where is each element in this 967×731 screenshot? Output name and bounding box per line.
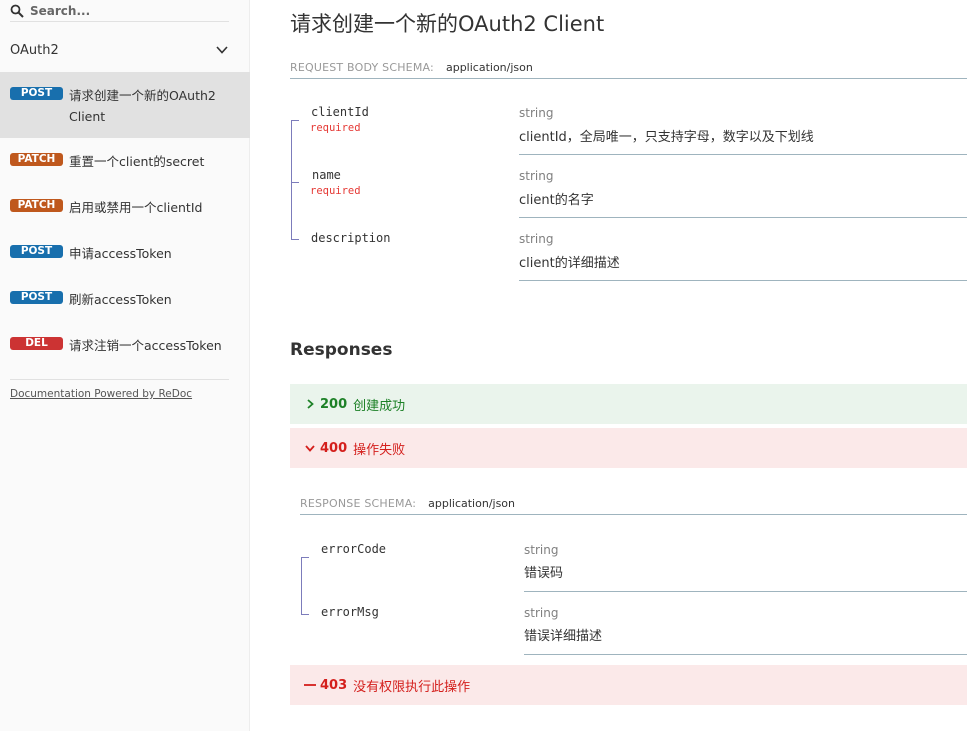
method-badge-patch: PATCH [10,153,63,166]
sidebar-item-refresh-token[interactable]: POST 刷新accessToken [0,289,250,313]
sidebar: OAuth2 POST 请求创建一个新的OAuth2 Client PATCH … [0,0,250,731]
sidebar-item-label: 申请accessToken [69,246,172,261]
row-divider [524,654,967,655]
row-divider [519,280,967,281]
response-description: 操作失败 [353,442,406,458]
response-code: 200 [320,396,348,412]
sidebar-item-create-client[interactable]: POST 请求创建一个新的OAuth2 Client [0,72,250,138]
powered-by-link[interactable]: Documentation Powered by ReDoc [10,388,192,400]
responses-heading: Responses [290,340,393,360]
property-name: name [312,168,341,182]
sidebar-item-label: 请求创建一个新的OAuth2 Client [69,88,216,124]
property-description: clientId，全局唯一，只支持字母，数字以及下划线 [519,130,814,145]
page-title: 请求创建一个新的OAuth2 Client [290,12,605,36]
property-description: 错误详细描述 [524,629,603,644]
property-type: string [519,169,554,183]
schema-tree-line [301,557,302,613]
response-schema-header: RESPONSE SCHEMA: application/json [300,497,967,515]
schema-tree-line [291,120,292,238]
sidebar-item-toggle-client[interactable]: PATCH 启用或禁用一个clientId [0,197,250,221]
sidebar-item-label: 启用或禁用一个clientId [69,200,203,215]
property-required: required [310,185,361,197]
method-badge-post: POST [10,87,63,100]
response-description: 没有权限执行此操作 [353,679,471,695]
response-code: 400 [320,440,348,456]
schema-tree-tick [301,557,309,558]
schema-label: RESPONSE SCHEMA: [300,497,417,510]
row-divider [519,154,967,155]
chevron-down-icon [216,46,228,54]
chevron-right-icon [307,399,314,409]
property-name: clientId [311,105,369,119]
schema-tree-tick [291,120,299,121]
schema-content-type: application/json [428,497,516,510]
sidebar-group-oauth2[interactable]: OAuth2 [10,40,229,60]
property-type: string [524,606,559,620]
property-description: client的详细描述 [519,256,620,271]
chevron-down-icon [305,445,315,452]
property-required: required [310,122,361,134]
method-badge-post: POST [10,245,63,258]
property-name: errorCode [321,542,387,556]
property-name: description [311,231,391,245]
sidebar-item-revoke-token[interactable]: DEL 请求注销一个accessToken [0,335,250,359]
schema-tree-elbow [301,609,309,615]
row-divider [519,217,967,218]
sidebar-item-label: 重置一个client的secret [69,154,205,169]
sidebar-item-label: 请求注销一个accessToken [69,338,222,353]
search-box[interactable] [10,0,229,22]
property-name: errorMsg [321,605,379,619]
sidebar-item-label: 刷新accessToken [69,292,172,307]
property-type: string [519,106,554,120]
response-description: 创建成功 [353,398,406,414]
sidebar-group-label: OAuth2 [10,42,59,58]
request-body-schema-header: REQUEST BODY SCHEMA: application/json [290,61,967,79]
sidebar-item-request-token[interactable]: POST 申请accessToken [0,243,250,267]
response-200-toggle[interactable]: 200 创建成功 [290,384,967,424]
search-input[interactable] [30,3,210,18]
schema-tree-tick [291,182,299,183]
property-description: client的名字 [519,193,594,208]
row-divider [524,591,967,592]
sidebar-divider [10,379,229,380]
response-403-toggle[interactable]: 403 没有权限执行此操作 [290,665,967,705]
main-content: 请求创建一个新的OAuth2 Client REQUEST BODY SCHEM… [250,0,967,731]
response-400-toggle[interactable]: 400 操作失败 [290,428,967,468]
property-type: string [524,543,559,557]
method-badge-delete: DEL [10,337,63,350]
response-code: 403 [320,677,348,693]
property-type: string [519,232,554,246]
method-badge-post: POST [10,291,63,304]
schema-tree-elbow [291,234,299,240]
property-description: 错误码 [524,566,564,581]
method-badge-patch: PATCH [10,199,63,212]
sidebar-item-reset-secret[interactable]: PATCH 重置一个client的secret [0,151,250,175]
search-icon [10,4,24,18]
schema-content-type: application/json [445,61,533,74]
minus-icon [304,684,316,686]
schema-label: REQUEST BODY SCHEMA: [290,61,434,74]
